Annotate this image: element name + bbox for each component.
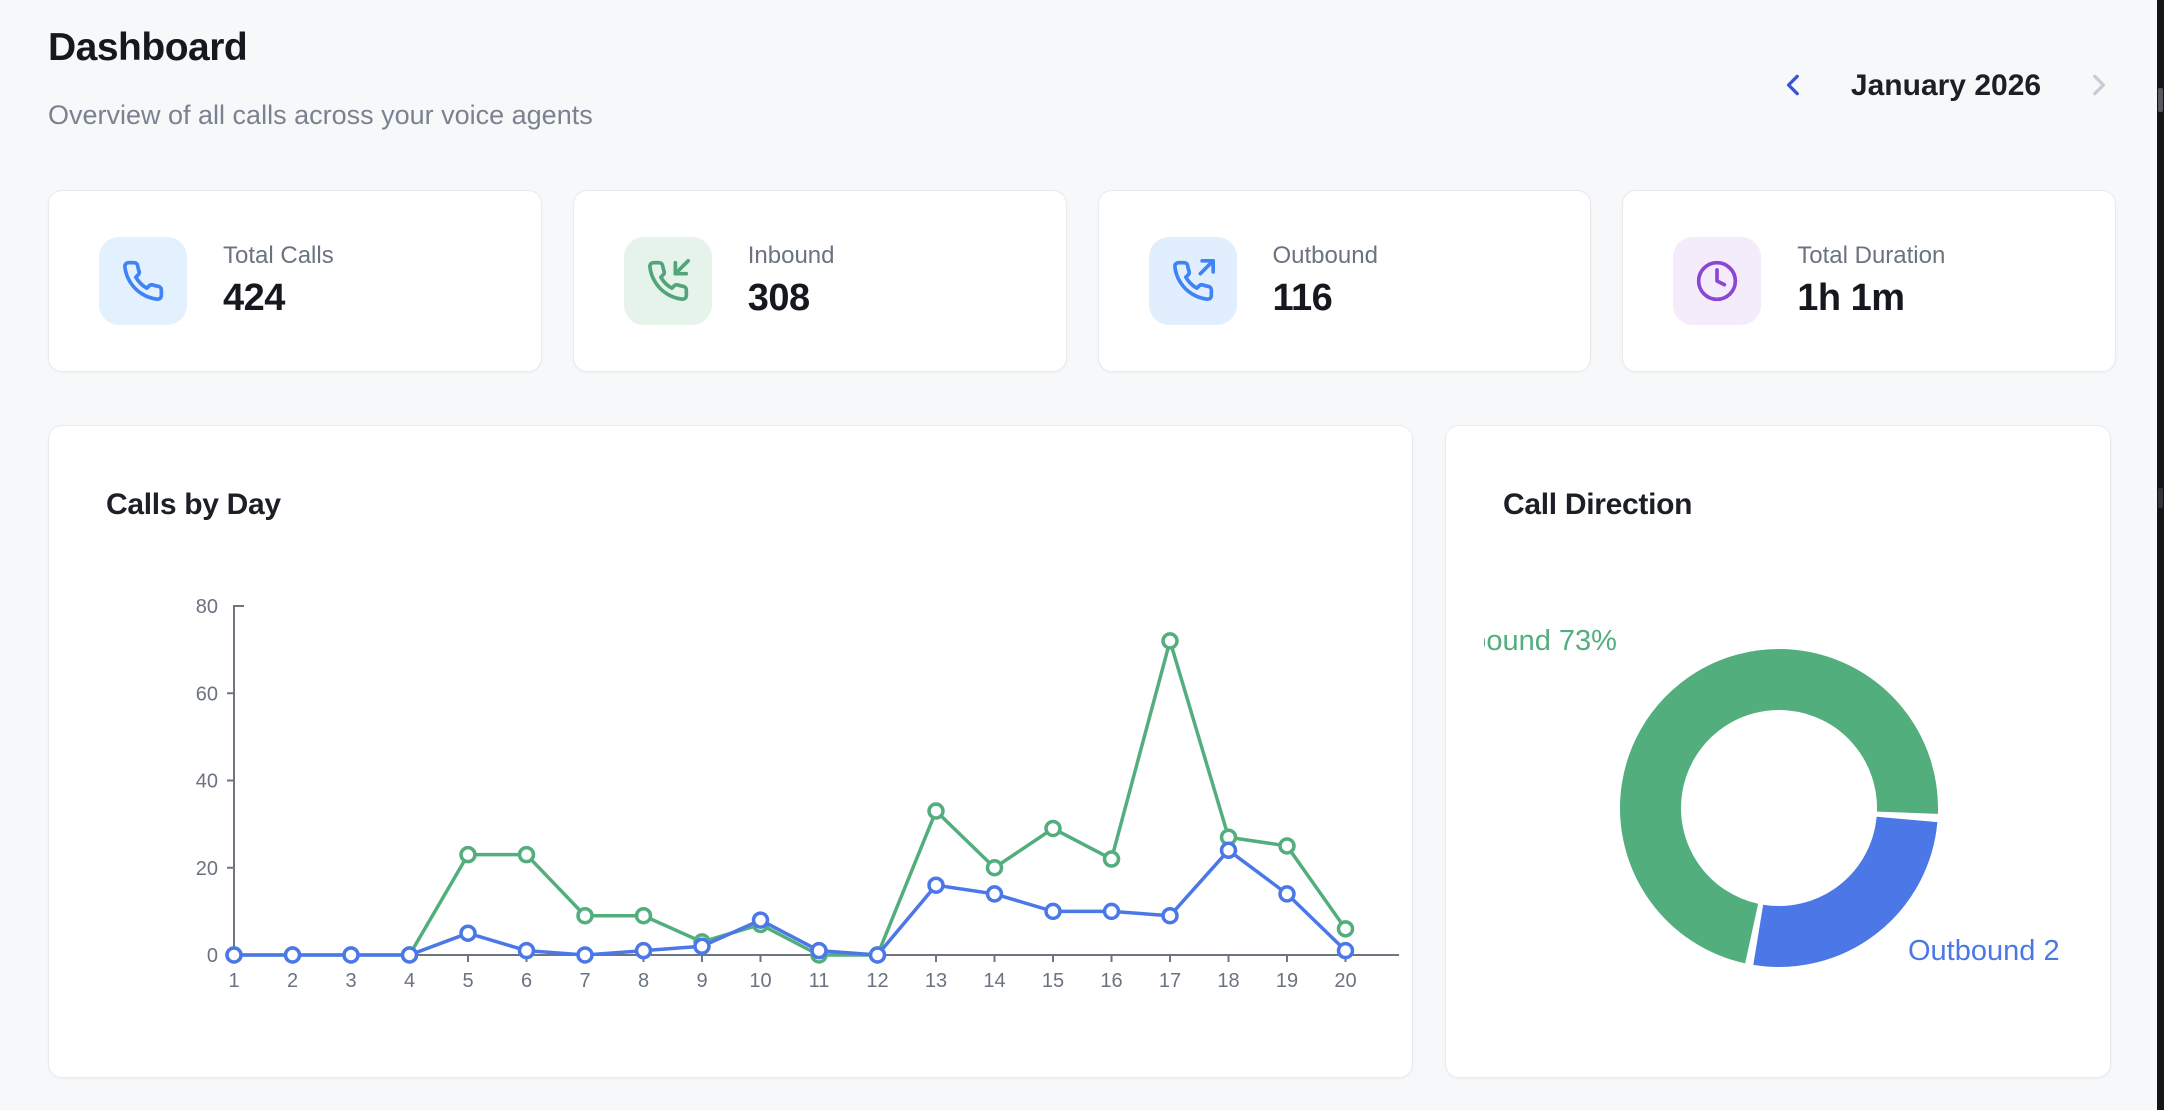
call-direction-card: Call Direction Inbound 73% Outbound 27% bbox=[1445, 425, 2111, 1078]
svg-text:14: 14 bbox=[983, 970, 1005, 992]
svg-text:3: 3 bbox=[345, 970, 356, 992]
svg-text:20: 20 bbox=[196, 858, 218, 880]
stat-label: Total Duration bbox=[1797, 242, 1945, 270]
stat-text: Total Calls 424 bbox=[223, 242, 334, 320]
donut-label-outbound: Outbound 27% bbox=[1908, 933, 2059, 969]
stat-card-outbound: Outbound 116 bbox=[1098, 190, 1592, 372]
scrollbar-thumb[interactable] bbox=[2158, 88, 2163, 112]
line-chart-canvas[interactable]: 0204060801234567891011121314151617181920 bbox=[174, 475, 1424, 1055]
stat-label: Total Calls bbox=[223, 242, 334, 270]
previous-month-button[interactable] bbox=[1779, 71, 1809, 101]
stat-value: 116 bbox=[1273, 277, 1378, 320]
stat-label: Outbound bbox=[1273, 242, 1378, 270]
page-subtitle: Overview of all calls across your voice … bbox=[48, 100, 593, 131]
phone-outgoing-icon bbox=[1149, 237, 1237, 325]
next-month-button[interactable] bbox=[2083, 71, 2113, 101]
stat-card-total-duration: Total Duration 1h 1m bbox=[1622, 190, 2116, 372]
svg-text:12: 12 bbox=[866, 970, 888, 992]
svg-text:10: 10 bbox=[749, 970, 771, 992]
svg-text:8: 8 bbox=[638, 970, 649, 992]
stat-value: 1h 1m bbox=[1797, 277, 1945, 320]
svg-text:19: 19 bbox=[1276, 970, 1298, 992]
calls-by-day-card: Calls by Day 020406080123456789101112131… bbox=[48, 425, 1413, 1078]
svg-text:13: 13 bbox=[925, 970, 947, 992]
stat-text: Inbound 308 bbox=[748, 242, 835, 320]
svg-text:80: 80 bbox=[196, 596, 218, 618]
call-direction-chart[interactable]: Inbound 73% Outbound 27% bbox=[1484, 561, 2059, 1051]
svg-text:4: 4 bbox=[404, 970, 415, 992]
svg-text:20: 20 bbox=[1334, 970, 1356, 992]
stat-value: 424 bbox=[223, 277, 334, 320]
svg-text:9: 9 bbox=[696, 970, 707, 992]
stat-card-total-calls: Total Calls 424 bbox=[48, 190, 542, 372]
clock-icon bbox=[1673, 237, 1761, 325]
dashboard-page: Dashboard Overview of all calls across y… bbox=[0, 0, 2164, 1110]
month-label: January 2026 bbox=[1851, 69, 2041, 103]
svg-text:1: 1 bbox=[228, 970, 239, 992]
call-direction-title: Call Direction bbox=[1503, 488, 1692, 522]
svg-text:40: 40 bbox=[196, 771, 218, 793]
svg-text:18: 18 bbox=[1217, 970, 1239, 992]
chevron-right-icon bbox=[2085, 72, 2111, 101]
svg-text:16: 16 bbox=[1100, 970, 1122, 992]
stat-label: Inbound bbox=[748, 242, 835, 270]
stat-text: Outbound 116 bbox=[1273, 242, 1378, 320]
svg-text:7: 7 bbox=[579, 970, 590, 992]
phone-incoming-icon bbox=[624, 237, 712, 325]
donut-label-inbound: Inbound 73% bbox=[1484, 623, 1617, 659]
chevron-left-icon bbox=[1781, 72, 1807, 101]
svg-text:15: 15 bbox=[1042, 970, 1064, 992]
svg-text:6: 6 bbox=[521, 970, 532, 992]
scrollbar-track[interactable] bbox=[2157, 0, 2164, 1110]
calls-by-day-chart[interactable]: 0204060801234567891011121314151617181920 bbox=[174, 475, 1424, 1055]
svg-text:0: 0 bbox=[207, 945, 218, 967]
page-title: Dashboard bbox=[48, 26, 247, 70]
svg-text:11: 11 bbox=[809, 970, 830, 992]
phone-icon bbox=[99, 237, 187, 325]
svg-text:17: 17 bbox=[1159, 970, 1181, 992]
stat-card-inbound: Inbound 308 bbox=[573, 190, 1067, 372]
stats-row: Total Calls 424 Inbound 308 bbox=[48, 190, 2116, 372]
month-navigation: January 2026 bbox=[1779, 66, 2113, 106]
svg-text:2: 2 bbox=[287, 970, 298, 992]
svg-text:5: 5 bbox=[462, 970, 473, 992]
stat-value: 308 bbox=[748, 277, 835, 320]
svg-text:60: 60 bbox=[196, 683, 218, 705]
scrollbar-thumb-secondary[interactable] bbox=[2158, 488, 2163, 508]
stat-text: Total Duration 1h 1m bbox=[1797, 242, 1945, 320]
